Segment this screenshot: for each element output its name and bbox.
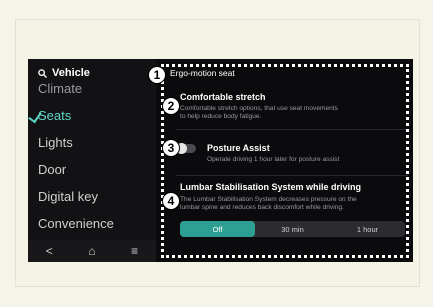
sidebar-item-lights[interactable]: Lights [38,135,73,150]
lumbar-desc: The Lumbar Stabilisation System decrease… [180,196,357,211]
page-title: Ergo-motion seat [170,68,235,78]
search-icon [38,68,47,78]
lumbar-duration-selector: Off 30 min 1 hour [180,221,405,237]
comfortable-stretch-title[interactable]: Comfortable stretch [180,92,266,102]
sidebar: Vehicle Climate Seats Lights Door Digita… [28,59,156,262]
divider [176,175,408,176]
marker-2: 2 [162,97,180,115]
sidebar-header-title: Vehicle [52,67,90,79]
option-off[interactable]: Off [180,221,255,237]
sidebar-item-digital-key[interactable]: Digital key [38,189,98,204]
sidebar-header[interactable]: Vehicle [38,65,90,81]
marker-3: 3 [162,139,180,157]
settings-panel: Ergo-motion seat Comfortable stretch Com… [158,59,413,262]
bottom-nav-bar: < ⌂ ≡ [28,240,156,262]
sidebar-item-convenience[interactable]: Convenience [38,216,114,231]
menu-icon[interactable]: ≡ [131,244,138,258]
sidebar-item-door[interactable]: Door [38,162,66,177]
posture-assist-title: Posture Assist [207,143,270,153]
back-icon[interactable]: < [46,244,53,258]
lumbar-title: Lumbar Stabilisation System while drivin… [180,182,362,192]
marker-4: 4 [162,192,180,210]
divider [176,129,408,130]
option-1-hour[interactable]: 1 hour [330,221,405,237]
comfortable-stretch-desc: Comfortable stretch options, that use se… [180,105,338,120]
posture-assist-desc: Operate driving 1 hour later for posture… [207,156,340,163]
marker-1: 1 [148,66,166,84]
option-30-min[interactable]: 30 min [255,221,330,237]
home-icon[interactable]: ⌂ [88,244,95,258]
infotainment-screen: Vehicle Climate Seats Lights Door Digita… [28,59,413,262]
sidebar-item-climate[interactable]: Climate [38,81,82,96]
sidebar-item-seats[interactable]: Seats [28,108,71,124]
